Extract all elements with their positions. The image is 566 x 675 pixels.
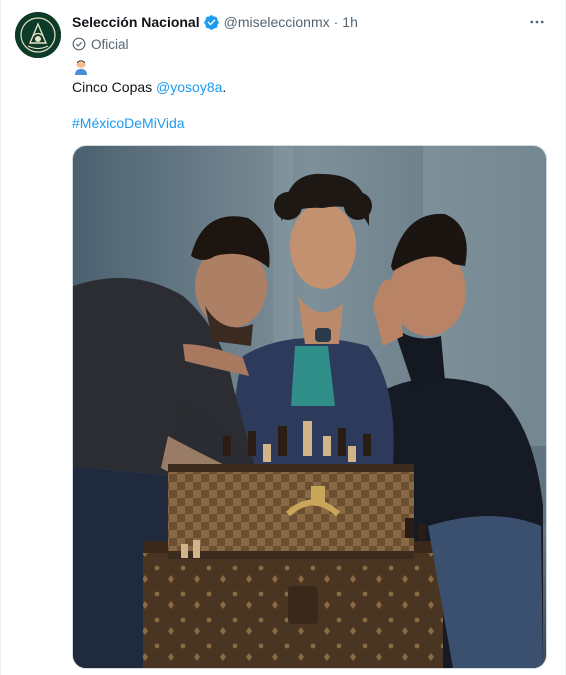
- hashtag-link[interactable]: #MéxicoDeMiVida: [72, 114, 185, 132]
- verified-badge-icon: [203, 14, 219, 30]
- official-check-icon: [72, 37, 86, 51]
- mention-link[interactable]: @yosoy8a: [156, 79, 222, 95]
- tweet-text-after: .: [222, 79, 227, 95]
- fmf-logo-icon: [15, 12, 61, 58]
- tweet-text: Cinco Copas @yosoy8a.: [72, 78, 226, 96]
- display-name[interactable]: Selección Nacional: [72, 14, 200, 30]
- timestamp[interactable]: 1h: [342, 14, 358, 30]
- avatar[interactable]: [15, 12, 61, 58]
- handle[interactable]: @miseleccionmx: [224, 14, 330, 30]
- tweet-media-image[interactable]: [72, 145, 547, 669]
- tweet-card[interactable]: Selección Nacional @miseleccionmx · 1h O…: [0, 0, 566, 675]
- official-badge: Oficial: [72, 35, 129, 53]
- separator-dot: ·: [333, 14, 339, 30]
- more-options-button[interactable]: [527, 12, 547, 32]
- chess-players-photo: [73, 146, 546, 668]
- man-facepalm-emoji-icon: [75, 60, 87, 75]
- more-dots-icon: [530, 20, 544, 24]
- official-label: Oficial: [91, 36, 129, 52]
- tweet-text-before: Cinco Copas: [72, 79, 157, 95]
- tweet-header: Selección Nacional @miseleccionmx · 1h: [72, 12, 358, 32]
